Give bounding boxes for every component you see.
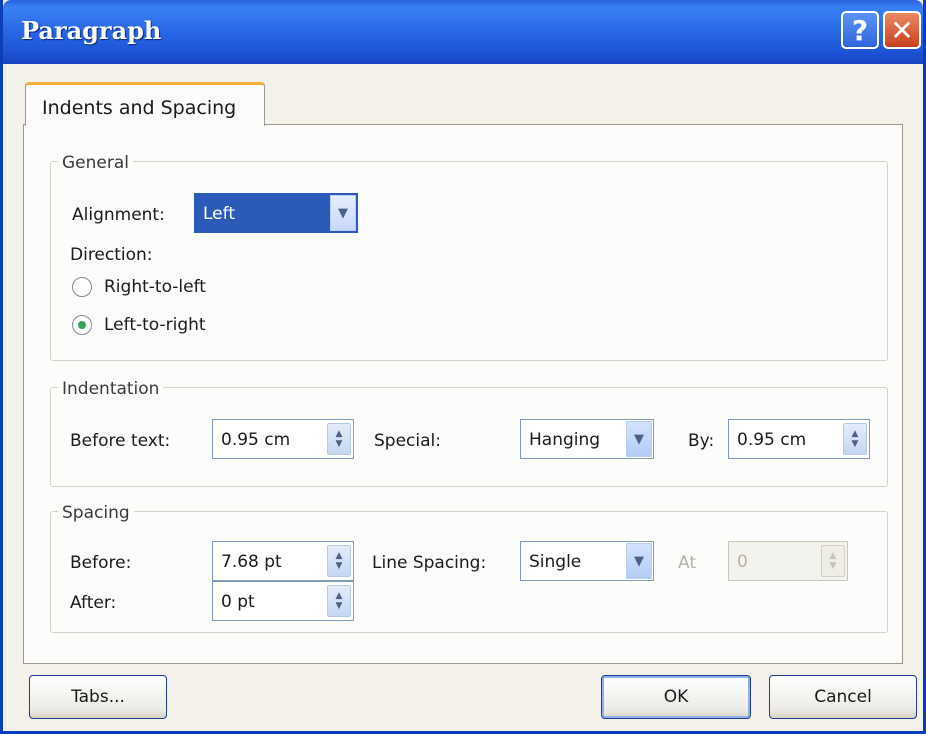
chevron-down-icon[interactable]: ▼ [626,543,652,579]
at-spinner: 0 ▲ ▼ [728,541,848,581]
help-icon: ? [851,13,869,47]
spinner-arrows-icon[interactable]: ▲ ▼ [327,423,351,455]
spacing-before-value: 7.68 pt [221,552,282,572]
ltr-label[interactable]: Left-to-right [104,315,206,335]
line-spacing-value: Single [529,552,582,572]
before-text-value: 0.95 cm [221,430,291,450]
spinner-arrows-icon[interactable]: ▲ ▼ [327,585,351,617]
at-label: At [678,553,696,573]
direction-label: Direction: [70,245,153,265]
rtl-radio[interactable] [72,277,92,297]
spacing-legend: Spacing [58,503,134,523]
spacing-after-label: After: [70,593,117,613]
special-value: Hanging [529,430,601,450]
alignment-label: Alignment: [72,205,165,225]
tab-indents-and-spacing[interactable]: Indents and Spacing [25,82,265,126]
spinner-arrows-icon[interactable]: ▲ ▼ [327,545,351,577]
dialog-client: Indents and Spacing General Alignment: L… [3,64,923,731]
by-value: 0.95 cm [737,430,807,450]
special-select[interactable]: Hanging ▼ [520,419,654,459]
before-text-label: Before text: [70,431,171,451]
line-spacing-select[interactable]: Single ▼ [520,541,654,581]
ltr-radio[interactable] [72,315,92,335]
rtl-label[interactable]: Right-to-left [104,277,206,297]
chevron-down-icon[interactable]: ▼ [626,421,652,457]
tab-panel: General Alignment: Left ▼ Direction: Rig… [23,124,903,664]
indentation-legend: Indentation [58,379,164,399]
alignment-select[interactable]: Left ▼ [194,193,358,233]
tabs-button[interactable]: Tabs... [29,675,167,719]
spacing-after-spinner[interactable]: 0 pt ▲ ▼ [212,581,354,621]
close-button[interactable]: ✕ [883,11,921,49]
window-title: Paragraph [21,16,162,45]
paragraph-dialog: Paragraph ? ✕ Indents and Spacing Genera… [0,0,926,734]
special-label: Special: [374,431,441,451]
title-bar[interactable]: Paragraph ? ✕ [3,0,923,64]
spacing-before-label: Before: [70,553,132,573]
alignment-value: Left [203,204,235,224]
line-spacing-label: Line Spacing: [372,553,487,573]
spacing-before-spinner[interactable]: 7.68 pt ▲ ▼ [212,541,354,581]
by-spinner[interactable]: 0.95 cm ▲ ▼ [728,419,870,459]
before-text-spinner[interactable]: 0.95 cm ▲ ▼ [212,419,354,459]
chevron-down-icon[interactable]: ▼ [330,195,356,231]
spinner-arrows-icon: ▲ ▼ [821,545,845,577]
help-button[interactable]: ? [841,11,879,49]
cancel-button[interactable]: Cancel [769,675,917,719]
ok-button[interactable]: OK [601,675,751,719]
spinner-arrows-icon[interactable]: ▲ ▼ [843,423,867,455]
at-value: 0 [737,552,748,572]
close-icon: ✕ [890,13,914,47]
general-legend: General [58,153,133,173]
spacing-after-value: 0 pt [221,592,255,612]
by-label: By: [688,431,715,451]
